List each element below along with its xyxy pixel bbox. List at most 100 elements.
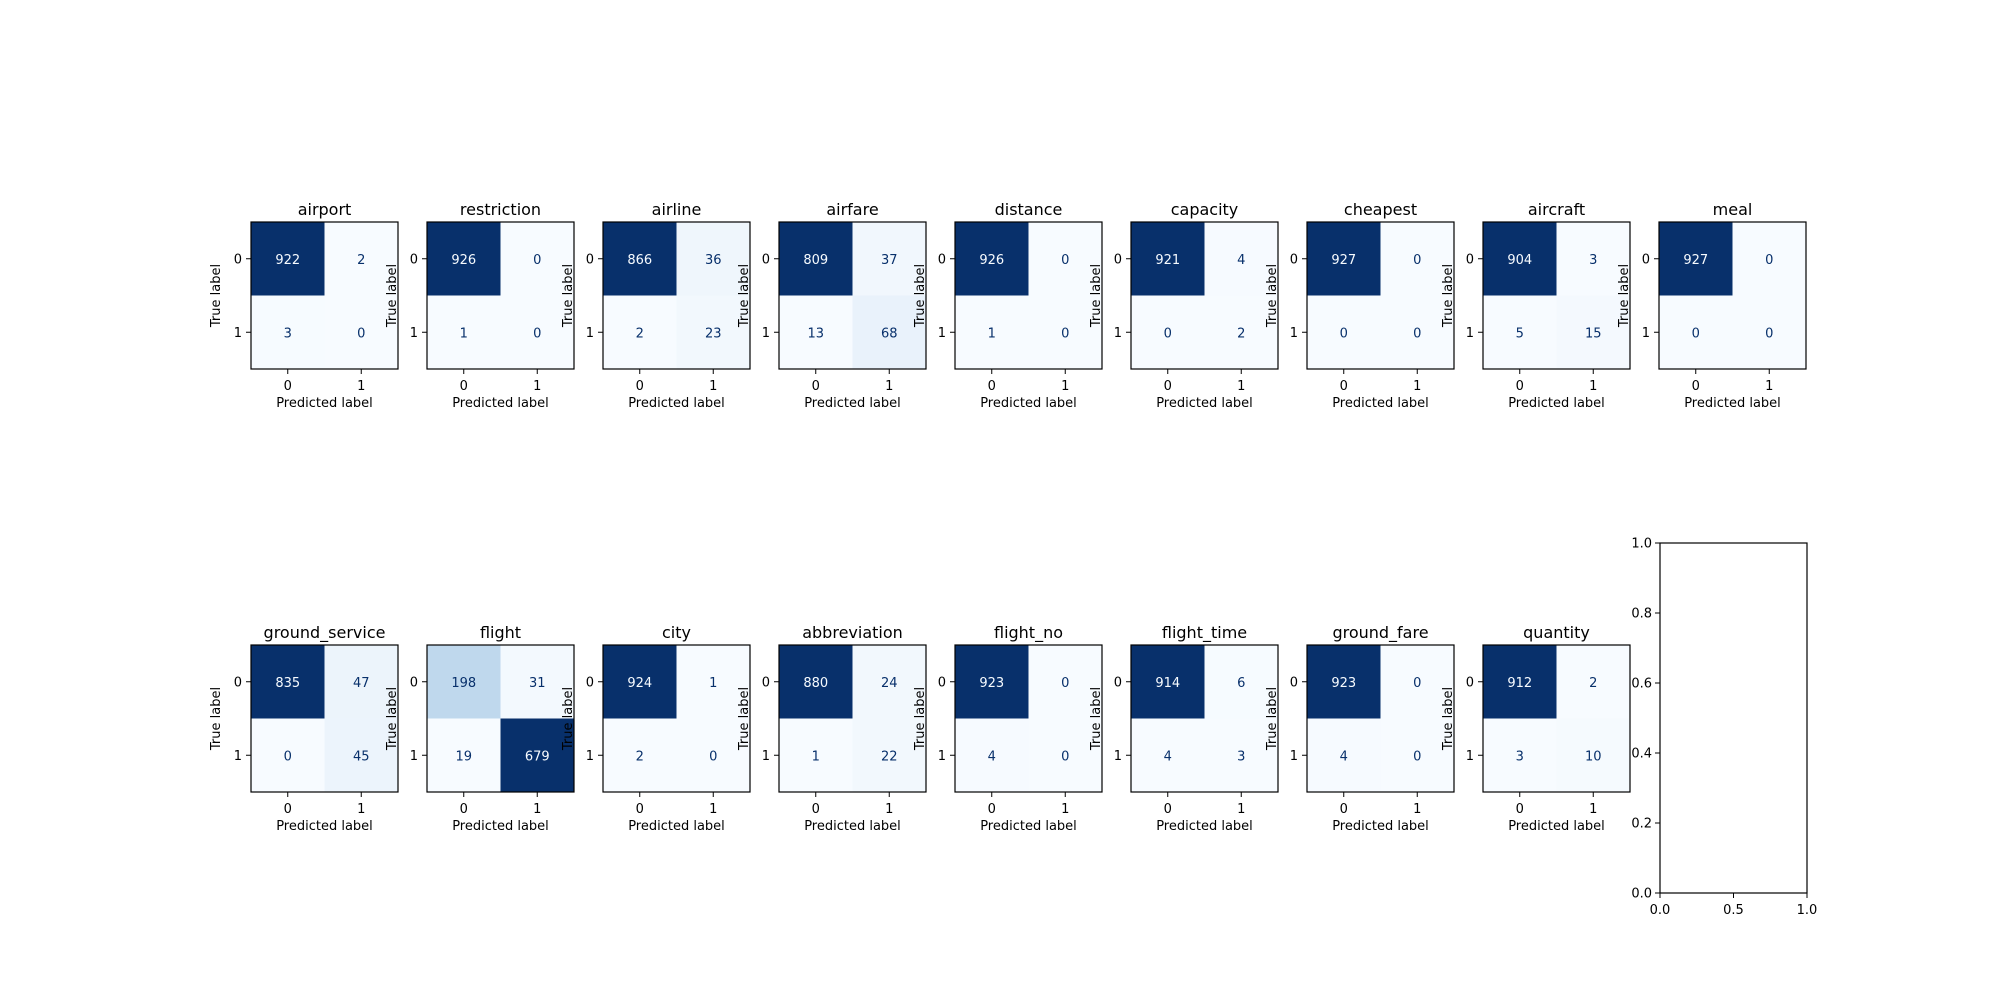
cell-value: 2 — [1237, 326, 1245, 341]
y-axis-label: True label — [1617, 264, 1632, 328]
cell-value: 0 — [1413, 326, 1421, 341]
x-axis-label: Predicted label — [804, 396, 901, 411]
y-axis-label: True label — [561, 687, 576, 751]
cell-value: 904 — [1507, 253, 1532, 268]
x-tick-label: 1 — [533, 379, 541, 394]
y-tick-label: 1 — [938, 749, 946, 764]
empty-axes-frame — [1659, 542, 1808, 894]
y-tick-label: 0.2 — [1631, 817, 1652, 832]
cell-value: 1 — [988, 326, 996, 341]
y-axis-label: True label — [561, 264, 576, 328]
x-tick-label: 1 — [885, 802, 893, 817]
cell-value: 0 — [1061, 676, 1069, 691]
cell-value: 0 — [1413, 253, 1421, 268]
x-tick-label: 1 — [1061, 802, 1069, 817]
y-tick-label: 0 — [234, 252, 242, 267]
y-tick-label: 0 — [938, 675, 946, 690]
cell-value: 23 — [705, 326, 722, 341]
x-tick-label: 1.0 — [1797, 903, 1818, 918]
x-tick-label: 0 — [1516, 379, 1524, 394]
x-tick-label: 1 — [1589, 379, 1597, 394]
cell-value: 0 — [1164, 326, 1172, 341]
cell-value: 31 — [529, 676, 546, 691]
x-tick-label: 1 — [357, 379, 365, 394]
x-axis-label: Predicted label — [980, 819, 1077, 834]
y-tick-label: 1 — [586, 749, 594, 764]
y-axis-label: True label — [1265, 687, 1280, 751]
y-tick-label: 0 — [586, 675, 594, 690]
y-tick-label: 1 — [762, 326, 770, 341]
cell-value: 2 — [636, 749, 644, 764]
cell-value: 2 — [357, 253, 365, 268]
confusion-matrix-figure: airport922 23 0010 1Predicted labelTrue lab… — [209, 200, 1818, 918]
x-axis-label: Predicted label — [628, 819, 725, 834]
y-tick-label: 0 — [1114, 252, 1122, 267]
x-tick-label: 0 — [636, 379, 644, 394]
cell-value: 0 — [1692, 326, 1700, 341]
cell-value: 0 — [1061, 749, 1069, 764]
y-tick-label: 0 — [234, 675, 242, 690]
y-tick-label: 0.4 — [1631, 747, 1652, 762]
cell-value: 0 — [1765, 253, 1773, 268]
y-tick-label: 1 — [1114, 749, 1122, 764]
y-tick-label: 0 — [586, 252, 594, 267]
y-tick-label: 0 — [410, 675, 418, 690]
x-axis-label: Predicted label — [452, 819, 549, 834]
y-tick-label: 0 — [1466, 252, 1474, 267]
x-tick-label: 1 — [1413, 802, 1421, 817]
cell-value: 13 — [807, 326, 824, 341]
cell-value: 2 — [636, 326, 644, 341]
cell-value: 36 — [705, 253, 722, 268]
x-tick-label: 1 — [357, 802, 365, 817]
x-axis-label: Predicted label — [1508, 396, 1605, 411]
x-tick-label: 0 — [1164, 379, 1172, 394]
x-axis-label: Predicted label — [1332, 396, 1429, 411]
y-tick-label: 1 — [1466, 326, 1474, 341]
matrix-title: flight_no — [994, 623, 1063, 643]
y-axis-label: True label — [1265, 264, 1280, 328]
y-axis-label: True label — [1441, 264, 1456, 328]
cell-value: 927 — [1683, 253, 1708, 268]
cell-value: 68 — [881, 326, 898, 341]
cell-value: 2 — [1589, 676, 1597, 691]
matrix-title: ground_service — [264, 623, 386, 643]
y-axis-label: True label — [737, 687, 752, 751]
y-axis-label: True label — [913, 264, 928, 328]
cell-value: 0 — [1340, 326, 1348, 341]
matrix-title: ground_fare — [1332, 623, 1428, 643]
matrix-title: abbreviation — [802, 623, 903, 642]
x-axis-label: Predicted label — [980, 396, 1077, 411]
cell-value: 924 — [627, 676, 652, 691]
y-tick-label: 1 — [1290, 749, 1298, 764]
cell-value: 4 — [1237, 253, 1245, 268]
y-tick-label: 0 — [1290, 252, 1298, 267]
x-tick-label: 0 — [988, 802, 996, 817]
y-tick-label: 1 — [410, 749, 418, 764]
x-tick-label: 0 — [1164, 802, 1172, 817]
y-axis-label: True label — [209, 264, 224, 328]
matrix-title: aircraft — [1528, 200, 1585, 219]
cell-value: 914 — [1155, 676, 1180, 691]
cell-value: 45 — [353, 749, 370, 764]
y-tick-label: 0 — [762, 252, 770, 267]
y-axis-label: True label — [385, 264, 400, 328]
x-tick-label: 1 — [1589, 802, 1597, 817]
y-tick-label: 1 — [234, 326, 242, 341]
y-tick-label: 0 — [762, 675, 770, 690]
y-tick-label: 1.0 — [1631, 537, 1652, 552]
cell-value: 923 — [979, 676, 1004, 691]
cell-value: 0 — [1413, 676, 1421, 691]
cell-value: 3 — [1589, 253, 1597, 268]
x-tick-label: 1 — [1237, 379, 1245, 394]
x-axis-label: Predicted label — [1332, 819, 1429, 834]
x-tick-label: 1 — [1237, 802, 1245, 817]
cell-value: 679 — [525, 749, 550, 764]
cell-value: 1 — [709, 676, 717, 691]
matrix-title: capacity — [1171, 200, 1239, 219]
x-tick-label: 0.5 — [1723, 903, 1744, 918]
cell-value: 6 — [1237, 676, 1245, 691]
cell-value: 923 — [1331, 676, 1356, 691]
cell-value: 0 — [1061, 326, 1069, 341]
x-axis-label: Predicted label — [628, 396, 725, 411]
x-tick-label: 0 — [460, 379, 468, 394]
